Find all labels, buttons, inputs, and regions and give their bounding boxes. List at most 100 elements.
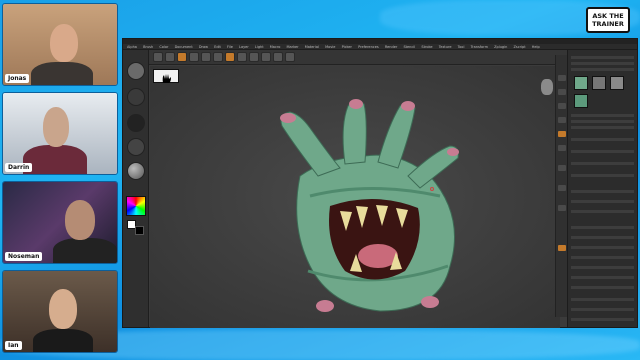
camera-tile-noseman: Noseman — [2, 181, 118, 264]
tool-thumbnail[interactable] — [610, 76, 624, 90]
menu-item[interactable]: Tool — [458, 45, 465, 49]
toolbar-button[interactable] — [237, 52, 247, 62]
menu-item[interactable]: Brush — [143, 45, 153, 49]
menu-item[interactable]: Preferences — [358, 45, 379, 49]
shelf-button[interactable] — [558, 185, 566, 191]
menu-item[interactable]: Texture — [439, 45, 452, 49]
menu-item[interactable]: Draw — [199, 45, 208, 49]
tool-thumbnail[interactable] — [592, 76, 606, 90]
palette-row[interactable] — [571, 150, 634, 153]
menu-item[interactable]: Render — [385, 45, 397, 49]
person-torso — [33, 329, 93, 352]
toe — [421, 296, 439, 308]
toolbar-button[interactable] — [153, 52, 163, 62]
stroke-icon[interactable] — [127, 88, 145, 106]
menu-item[interactable]: Light — [255, 45, 264, 49]
palette-row[interactable] — [571, 56, 634, 59]
palette-row[interactable] — [571, 266, 634, 269]
shelf-button[interactable] — [558, 145, 566, 151]
palette-row[interactable] — [571, 298, 634, 301]
camera-tile-jonas: Jonas — [2, 3, 118, 86]
fingernail — [280, 113, 296, 123]
ask-the-trainer-logo: ASK THE TRAINER — [586, 7, 630, 33]
menu-item[interactable]: Layer — [239, 45, 249, 49]
person-torso — [31, 62, 93, 85]
menu-item[interactable]: File — [227, 45, 233, 49]
shelf-button[interactable] — [558, 89, 566, 95]
menu-item[interactable]: Movie — [325, 45, 335, 49]
person-torso — [23, 145, 87, 174]
menu-item[interactable]: Picker — [342, 45, 352, 49]
shelf-button[interactable] — [558, 131, 566, 137]
left-shelf — [123, 50, 149, 327]
texture-icon[interactable] — [127, 138, 145, 156]
finger — [377, 102, 416, 169]
shelf-button[interactable] — [558, 245, 566, 251]
scale-mode-button[interactable] — [201, 52, 211, 62]
menu-item[interactable]: Zplugin — [494, 45, 507, 49]
menu-item[interactable]: Edit — [214, 45, 221, 49]
alpha-icon[interactable] — [127, 114, 145, 132]
menu-item[interactable]: Macro — [270, 45, 281, 49]
palette-row[interactable] — [571, 114, 634, 117]
menu-item[interactable]: Stroke — [421, 45, 432, 49]
menu-item[interactable]: Transform — [471, 45, 488, 49]
menu-item[interactable]: Zscript — [513, 45, 525, 49]
palette-row[interactable] — [571, 120, 634, 123]
shelf-button[interactable] — [558, 205, 566, 211]
shelf-button[interactable] — [558, 103, 566, 109]
shelf-button[interactable] — [558, 165, 566, 171]
palette-row[interactable] — [571, 276, 634, 279]
right-shelf — [555, 55, 567, 317]
palette-row[interactable] — [571, 210, 634, 213]
secondary-color-swatch[interactable] — [135, 226, 144, 235]
tool-thumbnail[interactable] — [574, 94, 588, 108]
palette-row[interactable] — [571, 226, 634, 229]
toolbar-button[interactable] — [285, 52, 295, 62]
tool-thumbnail[interactable] — [574, 76, 588, 90]
palette-row[interactable] — [571, 308, 634, 311]
menu-item[interactable]: Marker — [287, 45, 299, 49]
palette-row[interactable] — [571, 286, 634, 289]
person-head — [49, 289, 77, 329]
palette-row[interactable] — [571, 174, 634, 177]
toolbar-button[interactable] — [249, 52, 259, 62]
rotate-mode-button[interactable] — [213, 52, 223, 62]
palette-row[interactable] — [571, 162, 634, 165]
menu-item[interactable]: Material — [305, 45, 319, 49]
color-picker[interactable] — [126, 196, 146, 216]
material-button[interactable] — [225, 52, 235, 62]
shelf-button[interactable] — [558, 75, 566, 81]
toolbar-button[interactable] — [165, 52, 175, 62]
palette-row[interactable] — [571, 62, 634, 65]
menu-item[interactable]: Alpha — [127, 45, 137, 49]
shelf-button[interactable] — [558, 117, 566, 123]
menu-item[interactable]: Color — [159, 45, 168, 49]
palette-row[interactable] — [571, 236, 634, 239]
menu-item[interactable]: Stencil — [403, 45, 415, 49]
toolbar-button[interactable] — [261, 52, 271, 62]
palette-row[interactable] — [571, 318, 634, 321]
palette-row[interactable] — [571, 68, 634, 71]
navigation-head-icon[interactable] — [541, 79, 553, 95]
palette-row[interactable] — [571, 256, 634, 259]
palette-row[interactable] — [571, 126, 634, 129]
camera-tile-ian: Ian — [2, 270, 118, 353]
palette-row[interactable] — [571, 138, 634, 141]
shared-screen: Alpha Brush Color Document Draw Edit Fil… — [122, 38, 638, 328]
brush-icon[interactable] — [127, 62, 145, 80]
canvas-viewport[interactable] — [150, 66, 560, 328]
menu-item[interactable]: Help — [532, 45, 540, 49]
material-sphere-icon[interactable] — [127, 162, 145, 180]
menu-item[interactable]: Document — [175, 45, 193, 49]
move-mode-button[interactable] — [189, 52, 199, 62]
palette-row[interactable] — [571, 246, 634, 249]
person-head — [50, 24, 78, 62]
toolbar-button[interactable] — [273, 52, 283, 62]
palette-row[interactable] — [571, 200, 634, 203]
hand-silhouette-icon — [162, 74, 171, 83]
fingernail — [447, 148, 459, 156]
sculpt-model — [280, 99, 459, 312]
palette-row[interactable] — [571, 190, 634, 193]
draw-mode-button[interactable] — [177, 52, 187, 62]
